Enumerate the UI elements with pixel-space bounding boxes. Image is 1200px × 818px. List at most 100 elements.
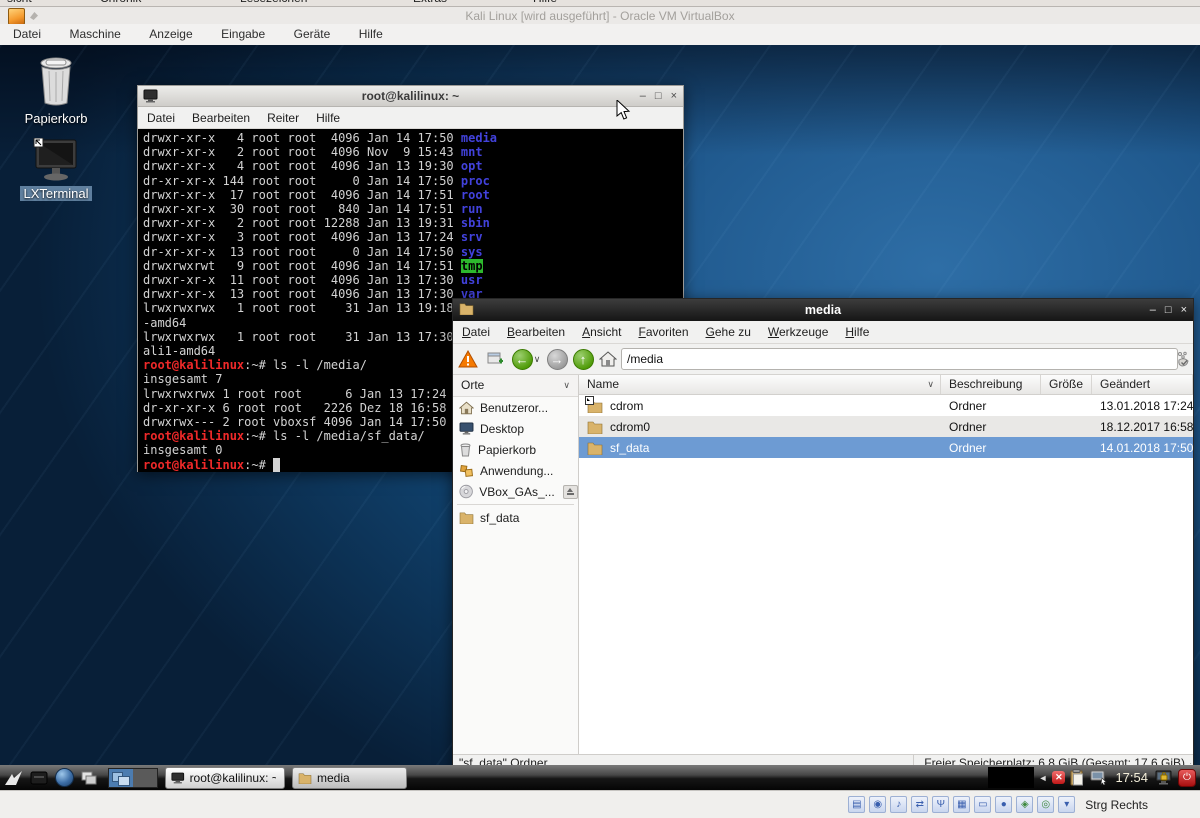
- vbox-status-features-icon[interactable]: ◈: [1016, 796, 1033, 813]
- vbox-status-audio-icon[interactable]: ♪: [890, 796, 907, 813]
- root-warning-icon: [457, 348, 479, 370]
- column-header-geaendert[interactable]: Geändert: [1092, 375, 1193, 394]
- screen: sicht Chronik Lesezeichen Extras Hilfe K…: [0, 0, 1200, 817]
- task-button-media[interactable]: media: [292, 767, 407, 789]
- windows-icon: [80, 770, 98, 786]
- vbox-status-recording-icon[interactable]: ●: [995, 796, 1012, 813]
- file-row-cdrom[interactable]: cdrom Ordner 13.01.2018 17:24: [579, 395, 1193, 416]
- notification-close-icon[interactable]: ✕: [1052, 771, 1065, 784]
- cpu-monitor[interactable]: [988, 767, 1034, 788]
- desktop-icon-lxterminal[interactable]: LXTerminal: [8, 138, 104, 201]
- list-header: Name ∨ Beschreibung Größe Geändert: [579, 375, 1193, 395]
- task-button-label: media: [317, 771, 350, 785]
- fm-menu-ansicht[interactable]: Ansicht: [582, 325, 621, 339]
- forward-button[interactable]: →: [546, 348, 568, 370]
- back-button[interactable]: ←: [511, 348, 533, 370]
- vbox-status-hdd-icon[interactable]: ▤: [848, 796, 865, 813]
- desktop-icon-trash[interactable]: Papierkorb: [8, 55, 104, 126]
- fm-maximize-button[interactable]: □: [1165, 304, 1172, 316]
- fm-menu-favoriten[interactable]: Favoriten: [638, 325, 688, 339]
- vbox-status-mouse-integration-icon[interactable]: ◎: [1037, 796, 1054, 813]
- fm-titlebar[interactable]: media – □ ×: [453, 299, 1193, 321]
- vbox-menu-maschine[interactable]: Maschine: [69, 24, 120, 45]
- vbox-status-network-icon[interactable]: ⇄: [911, 796, 928, 813]
- go-jump-icon[interactable]: [1172, 348, 1194, 370]
- tray-collapse-icon[interactable]: ◄: [1039, 773, 1048, 783]
- vbox-menu-hilfe[interactable]: Hilfe: [359, 24, 383, 45]
- terminal-menu-bearbeiten[interactable]: Bearbeiten: [192, 111, 250, 125]
- sidebar-item-vbox-gas-cd[interactable]: VBox_GAs_...: [453, 481, 578, 502]
- task-button-label: root@kalilinux: ~: [190, 771, 276, 785]
- virtualbox-titlebar: Kali Linux [wird ausgeführt] - Oracle VM…: [0, 7, 1200, 24]
- file-manager-launcher[interactable]: [28, 768, 50, 788]
- clipboard-icon[interactable]: [1070, 769, 1085, 786]
- sort-indicator-icon: ∨: [927, 375, 934, 394]
- terminal-menu-reiter[interactable]: Reiter: [267, 111, 299, 125]
- kali-logo-icon: [4, 769, 24, 787]
- terminal-menu-datei[interactable]: Datei: [147, 111, 175, 125]
- terminal-menu-hilfe[interactable]: Hilfe: [316, 111, 340, 125]
- fm-menu-datei[interactable]: Datei: [462, 325, 490, 339]
- task-button-terminal[interactable]: root@kalilinux: ~: [165, 767, 285, 789]
- back-history-chevron[interactable]: ∨: [531, 348, 543, 370]
- iconify-all-button[interactable]: [78, 768, 100, 788]
- vbox-status-usb-icon[interactable]: Ψ: [932, 796, 949, 813]
- fm-minimize-button[interactable]: –: [1150, 304, 1156, 316]
- screenlock-icon[interactable]: [1155, 770, 1173, 786]
- column-header-name[interactable]: Name ∨: [579, 375, 941, 394]
- virtualbox-window-title: Kali Linux [wird ausgeführt] - Oracle VM…: [0, 9, 1200, 23]
- clock[interactable]: 17:54: [1115, 770, 1148, 785]
- workspace-pager[interactable]: [108, 768, 158, 788]
- vbox-status-display-icon[interactable]: ▭: [974, 796, 991, 813]
- vbox-status-shared-folders-icon[interactable]: ▦: [953, 796, 970, 813]
- column-header-groesse[interactable]: Größe: [1041, 375, 1092, 394]
- host-menu-fragment: Hilfe: [533, 0, 557, 5]
- home-button[interactable]: [597, 348, 619, 370]
- path-input[interactable]: [621, 348, 1178, 370]
- sidebar-item-trash[interactable]: Papierkorb: [453, 439, 578, 460]
- vbox-status-optical-disc-icon[interactable]: ◉: [869, 796, 886, 813]
- up-button[interactable]: ↑: [572, 348, 594, 370]
- terminal-maximize-button[interactable]: □: [655, 90, 662, 102]
- fm-menu-bearbeiten[interactable]: Bearbeiten: [507, 325, 565, 339]
- host-menu-fragment: sicht: [7, 0, 32, 5]
- eject-button[interactable]: [563, 485, 578, 499]
- vbox-menu-anzeige[interactable]: Anzeige: [149, 24, 192, 45]
- remote-display-icon[interactable]: [1090, 770, 1108, 785]
- trash-icon: [32, 55, 80, 107]
- fm-sidebar: Orte ∨ Benutzeror... Desktop Papierkorb: [453, 375, 579, 754]
- workspace-2[interactable]: [133, 769, 157, 787]
- sidebar-item-applications[interactable]: Anwendung...: [453, 460, 578, 481]
- terminal-close-button[interactable]: ×: [671, 90, 677, 102]
- sidebar-item-label: Desktop: [480, 422, 524, 436]
- sidebar-item-label: Benutzeror...: [480, 401, 548, 415]
- sidebar-item-home[interactable]: Benutzeror...: [453, 397, 578, 418]
- kali-menu-button[interactable]: [3, 768, 25, 788]
- fm-window-title: media: [453, 299, 1193, 321]
- desktop-icon: [459, 422, 474, 435]
- desktop-icon-label: Papierkorb: [25, 111, 88, 126]
- shutdown-button[interactable]: ⏻: [1178, 769, 1196, 787]
- vbox-menu-eingabe[interactable]: Eingabe: [221, 24, 265, 45]
- sidebar-item-sf-data[interactable]: sf_data: [453, 507, 578, 528]
- fm-menu-gehezu[interactable]: Gehe zu: [706, 325, 751, 339]
- folder-symlink-icon: [587, 399, 603, 413]
- folder-icon: [587, 441, 603, 455]
- workspace-1[interactable]: [109, 769, 133, 787]
- sidebar-places-header[interactable]: Orte ∨: [453, 375, 578, 397]
- terminal-minimize-button[interactable]: –: [640, 90, 646, 102]
- new-tab-button[interactable]: [485, 348, 507, 370]
- web-browser-launcher[interactable]: [53, 768, 75, 788]
- terminal-titlebar[interactable]: root@kalilinux: ~ – □ ×: [138, 86, 683, 107]
- fm-menu-werkzeuge[interactable]: Werkzeuge: [768, 325, 828, 339]
- fm-menu-hilfe[interactable]: Hilfe: [845, 325, 869, 339]
- sidebar-item-desktop[interactable]: Desktop: [453, 418, 578, 439]
- vbox-menu-geraete[interactable]: Geräte: [294, 24, 331, 45]
- column-header-beschreibung[interactable]: Beschreibung: [941, 375, 1041, 394]
- file-row-sf-data[interactable]: sf_data Ordner 14.01.2018 17:50: [579, 437, 1193, 458]
- file-row-cdrom0[interactable]: cdrom0 Ordner 18.12.2017 16:58: [579, 416, 1193, 437]
- fm-close-button[interactable]: ×: [1181, 304, 1187, 316]
- vbox-menu-datei[interactable]: Datei: [13, 24, 41, 45]
- fm-toolbar: ← ∨ → ↑: [453, 344, 1193, 375]
- vbox-status-keyboard-icon[interactable]: ▾: [1058, 796, 1075, 813]
